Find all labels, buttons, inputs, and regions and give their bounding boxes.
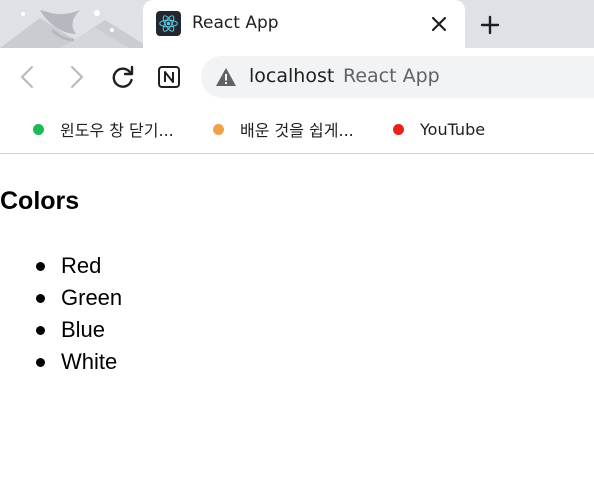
tab-title: React App [192,13,279,33]
list-item-label: Green [61,285,123,310]
bookmark-favicon-icon [33,123,44,135]
bullet-icon [36,262,45,271]
bullet-icon [36,294,45,303]
url-page-title: React App [343,65,440,87]
react-icon [156,11,181,36]
close-icon[interactable] [427,12,451,36]
tab-react-app[interactable]: React App [143,0,465,48]
browser-toolbar: localhost React App [0,48,594,106]
url-host: localhost [249,65,335,87]
colors-list: Red Green Blue White [0,250,122,378]
bookmark-favicon-icon [213,123,224,135]
notion-icon[interactable] [155,63,183,91]
list-item: Blue [0,314,122,346]
back-arrow-icon[interactable] [14,63,42,91]
bookmark-label: 배운 것을 쉽게... [240,121,354,140]
reload-icon[interactable] [109,63,137,91]
list-item-label: Red [61,253,102,278]
list-item: Green [0,282,122,314]
bookmark-item[interactable]: 배운 것을 쉽게... [213,117,354,141]
warning-triangle-icon[interactable] [215,66,237,88]
list-item-label: White [61,349,118,374]
tab-strip: React App [0,0,594,48]
bookmark-label: YouTube [420,119,486,139]
page-title: Colors [0,187,80,215]
list-item-label: Blue [61,317,106,342]
bookmarks-bar: 윈도우 창 닫기... 배운 것을 쉽게... YouTube [0,106,594,154]
page-content: Colors Red Green Blue White [0,155,594,488]
list-item: Red [0,250,122,282]
bookmark-youtube[interactable]: YouTube [393,117,485,141]
bullet-icon [36,326,45,335]
list-item: White [0,346,122,378]
bookmark-item[interactable]: 윈도우 창 닫기... [33,117,174,141]
address-bar[interactable]: localhost React App [201,56,594,98]
plus-icon[interactable] [476,11,504,39]
forward-arrow-icon[interactable] [62,63,90,91]
browser-theme-artwork [0,10,150,48]
bookmark-favicon-icon [393,123,404,135]
bullet-icon [36,358,45,367]
bookmark-label: 윈도우 창 닫기... [60,121,174,140]
